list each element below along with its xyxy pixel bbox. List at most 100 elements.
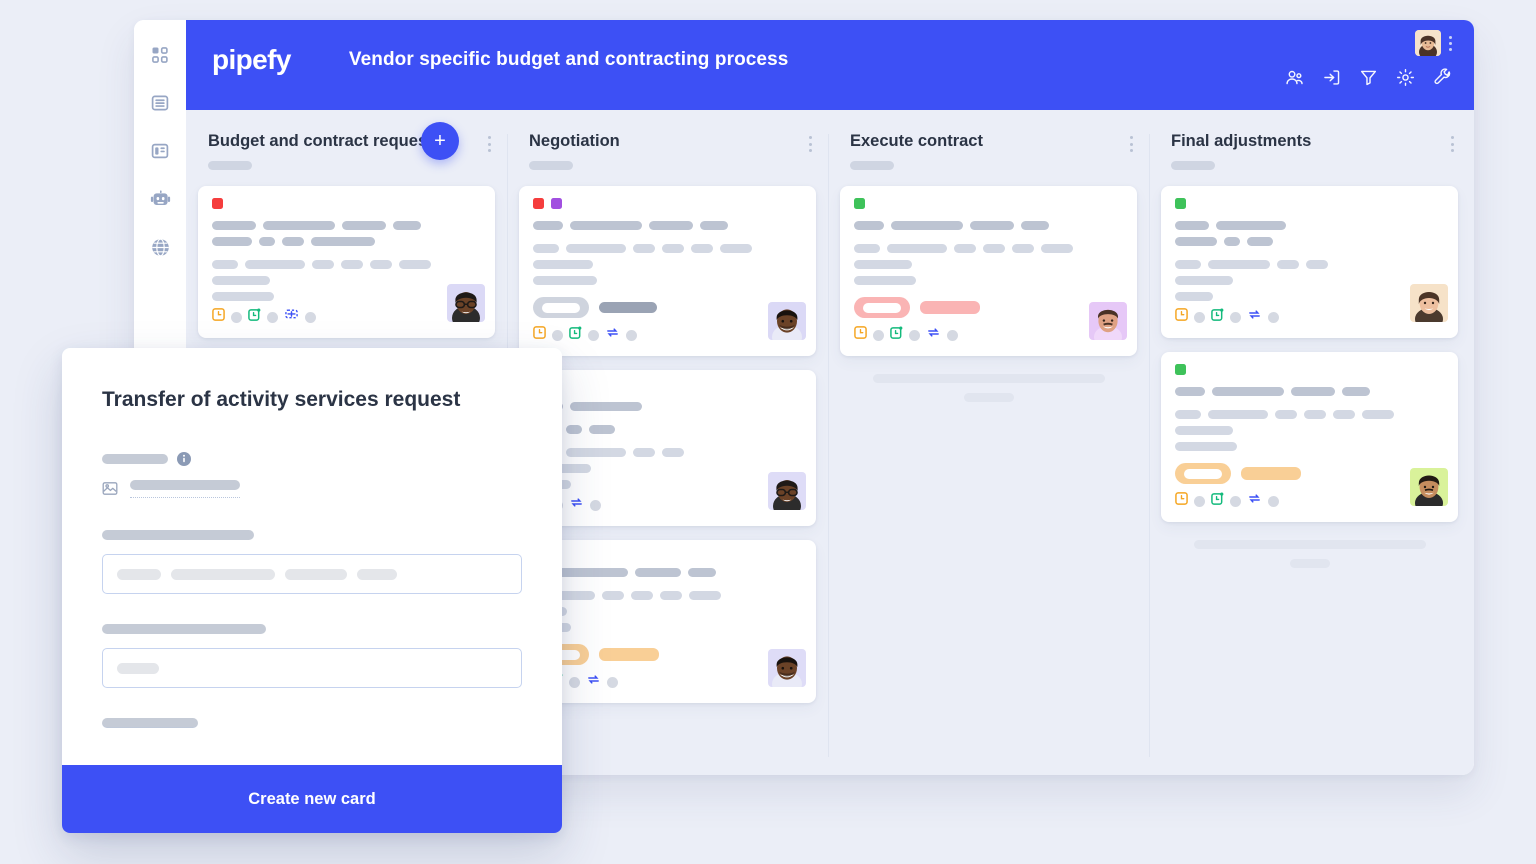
- gear-icon[interactable]: [1396, 68, 1415, 87]
- card-status-pills: [1175, 463, 1444, 484]
- attachment-field[interactable]: [102, 480, 522, 498]
- add-card-button[interactable]: +: [421, 122, 459, 160]
- card[interactable]: [840, 186, 1137, 356]
- pipefy-logo[interactable]: pipefy: [212, 46, 291, 74]
- placeholder-dot: [1194, 495, 1205, 507]
- tag-green: [1175, 198, 1186, 209]
- database-icon: [150, 93, 170, 113]
- sidebar-item-layout[interactable]: [147, 138, 173, 164]
- card-avatar: [768, 302, 806, 340]
- connect-blue-icon: [284, 308, 299, 326]
- robot-icon: [150, 189, 171, 210]
- field-label-attachment: [102, 452, 522, 466]
- placeholder-dot: [1230, 311, 1241, 323]
- field-label-1: [102, 530, 522, 540]
- text-field-1[interactable]: [102, 554, 522, 594]
- card-status-pills: [533, 297, 802, 318]
- card[interactable]: [1161, 352, 1458, 522]
- card[interactable]: [519, 186, 816, 356]
- sidebar-item-globe[interactable]: [147, 234, 173, 260]
- sidebar-item-apps-grid[interactable]: [147, 42, 173, 68]
- sidebar-item-database[interactable]: [147, 90, 173, 116]
- avatar-image: [768, 472, 806, 510]
- clock-green-icon: [248, 308, 261, 326]
- tag-red: [533, 198, 544, 209]
- tag-green: [1175, 364, 1186, 375]
- column-kebab-menu[interactable]: [809, 136, 812, 152]
- attachment-value: [130, 480, 240, 498]
- card-footer: [854, 326, 1123, 344]
- card-footer: [1175, 492, 1444, 510]
- card-footer: [533, 326, 802, 344]
- pill-solid: [599, 648, 659, 661]
- pill-outline: [854, 297, 910, 318]
- globe-icon: [150, 237, 171, 258]
- column-title: Final adjustments: [1171, 132, 1312, 150]
- clock-orange-icon: [1175, 492, 1188, 510]
- tag-red: [212, 198, 223, 209]
- card-tags: [533, 198, 802, 209]
- topbar-kebab-menu[interactable]: [1449, 35, 1452, 51]
- layout-icon: [150, 141, 170, 161]
- column-count-placeholder: [1171, 161, 1215, 170]
- column-count-placeholder: [529, 161, 573, 170]
- column-count-placeholder: [208, 161, 252, 170]
- sync-blue-icon: [1247, 492, 1262, 510]
- pill-solid: [1241, 467, 1301, 480]
- placeholder-dot: [626, 329, 637, 341]
- value-chip: [171, 568, 275, 580]
- label-placeholder: [102, 624, 266, 634]
- info-icon[interactable]: [177, 452, 191, 466]
- pill-solid: [599, 302, 657, 313]
- placeholder-dot: [1194, 311, 1205, 323]
- import-icon[interactable]: [1322, 68, 1341, 87]
- placeholder-dot: [305, 311, 316, 323]
- column-kebab-menu[interactable]: [1130, 136, 1133, 152]
- value-chip: [357, 568, 397, 580]
- label-placeholder: [102, 454, 168, 464]
- card-tags: [854, 198, 1123, 209]
- clock-orange-icon: [854, 326, 867, 344]
- value-chip: [285, 568, 347, 580]
- column-kebab-menu[interactable]: [488, 136, 491, 152]
- value-placeholder: [130, 480, 240, 490]
- create-new-card-button[interactable]: Create new card: [62, 765, 562, 833]
- filter-icon[interactable]: [1359, 68, 1378, 87]
- avatar-image: [1410, 468, 1448, 506]
- card[interactable]: [519, 370, 816, 526]
- card[interactable]: [1161, 186, 1458, 338]
- card-status-pills: [854, 297, 1123, 318]
- field-label-2: [102, 624, 522, 634]
- clock-orange-icon: [1175, 308, 1188, 326]
- sync-blue-icon: [605, 326, 620, 344]
- board-column-execute-contract: Execute contract: [828, 110, 1149, 775]
- placeholder-dot: [569, 676, 580, 688]
- card[interactable]: [519, 540, 816, 703]
- wrench-icon[interactable]: [1433, 68, 1452, 87]
- column-kebab-menu[interactable]: [1451, 136, 1454, 152]
- placeholder-dot: [552, 329, 563, 341]
- members-icon[interactable]: [1285, 68, 1304, 87]
- card-footer: [1175, 308, 1444, 326]
- clock-green-icon: [890, 326, 903, 344]
- card-avatar: [768, 649, 806, 687]
- column-title: Negotiation: [529, 132, 620, 150]
- card-tags: [1175, 364, 1444, 375]
- avatar[interactable]: [1415, 30, 1441, 56]
- card-tags: [212, 198, 481, 209]
- sync-blue-icon: [586, 673, 601, 691]
- card-avatar: [1089, 302, 1127, 340]
- card[interactable]: [198, 186, 495, 338]
- sync-blue-icon: [569, 496, 584, 514]
- pill-outline: [533, 297, 589, 318]
- placeholder-dot: [1268, 311, 1279, 323]
- avatar-image: [447, 284, 485, 322]
- board-column-final-adjustments: Final adjustments: [1149, 110, 1470, 775]
- text-field-2[interactable]: [102, 648, 522, 688]
- card-avatar: [1410, 284, 1448, 322]
- card-footer: [533, 496, 802, 514]
- card-avatar: [768, 472, 806, 510]
- placeholder-dot: [267, 311, 278, 323]
- sync-blue-icon: [926, 326, 941, 344]
- sidebar-item-robot[interactable]: [147, 186, 173, 212]
